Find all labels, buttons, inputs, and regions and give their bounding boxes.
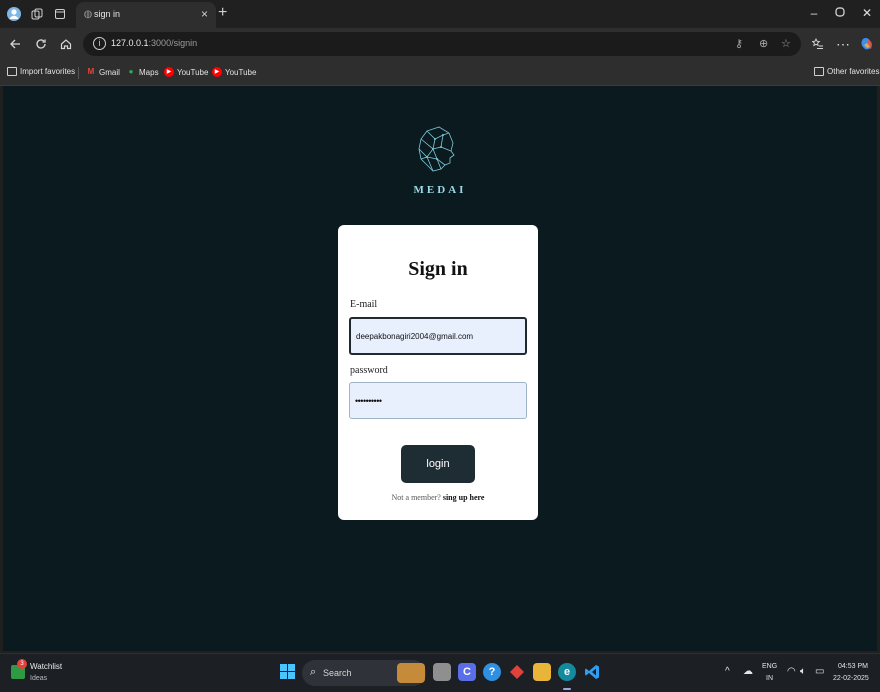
url-text[interactable]: 127.0.0.1:3000/signin [111, 38, 197, 48]
widget-title[interactable]: Watchlist [30, 662, 62, 671]
search-highlight-image [397, 663, 425, 683]
url-host: 127.0.0.1 [111, 38, 149, 48]
vscode-icon[interactable] [583, 663, 601, 681]
email-label: E-mail [350, 299, 378, 310]
signup-link[interactable]: sing up here [443, 493, 485, 502]
close-window-button[interactable]: ✕ [859, 6, 875, 20]
file-explorer-icon[interactable] [533, 663, 551, 681]
address-bar[interactable]: i 127.0.0.1:3000/signin ⚷ ⊕ ☆ [83, 32, 801, 56]
favorite-youtube[interactable]: ▶ YouTube [212, 67, 256, 77]
medai-logo-icon [418, 126, 455, 172]
search-placeholder: Search [323, 668, 352, 678]
page-title: Sign in [408, 258, 468, 280]
widget-subtitle: Ideas [30, 675, 48, 682]
profile-avatar-icon[interactable] [6, 6, 22, 22]
login-button[interactable]: login [401, 445, 475, 483]
start-windows-icon[interactable] [280, 664, 295, 679]
help-icon[interactable]: ? [483, 663, 501, 681]
favorite-gmail[interactable]: M Gmail [86, 67, 120, 77]
tab-title: sign in [94, 9, 121, 19]
edge-browser-icon[interactable]: e [558, 663, 576, 681]
navigation-bar: i 127.0.0.1:3000/signin ⚷ ⊕ ☆ ⋯ [0, 28, 880, 60]
copilot-icon[interactable] [858, 35, 876, 53]
search-icon: ⌕ [310, 666, 317, 678]
password-key-icon[interactable]: ⚷ [735, 37, 743, 50]
folder-icon [814, 67, 824, 76]
workspaces-icon[interactable] [29, 6, 45, 22]
signup-prompt: Not a member? sing up here [338, 493, 538, 502]
chevron-up-icon[interactable]: ^ [725, 666, 730, 677]
favorite-import[interactable]: Import favorites [7, 67, 75, 76]
favorite-maps[interactable]: ● Maps [126, 67, 159, 77]
youtube-icon: ▶ [212, 67, 222, 77]
volume-icon[interactable]: 🔈︎ [800, 666, 806, 677]
tab-actions-icon[interactable] [52, 6, 68, 22]
onedrive-cloud-icon[interactable]: ☁ [743, 666, 753, 677]
password-label: password [350, 365, 388, 376]
minimize-button[interactable]: – [806, 6, 822, 20]
password-value: •••••••••• [355, 395, 382, 406]
folder-import-icon [7, 67, 17, 76]
zoom-icon[interactable]: ⊕ [759, 37, 768, 50]
gmail-icon: M [87, 67, 95, 76]
page-viewport: MEDAI Sign in E-mail deepakbonagiri2004@… [3, 86, 877, 651]
other-favorites[interactable]: Other favorites [814, 67, 879, 76]
favorite-youtube[interactable]: ▶ YouTube [164, 67, 208, 77]
refresh-icon[interactable] [32, 35, 50, 53]
clock-time[interactable]: 04:53 PM [838, 663, 868, 670]
favorites-list-icon[interactable] [809, 35, 827, 53]
site-info-icon[interactable]: i [93, 37, 106, 50]
favorite-star-icon[interactable]: ☆ [781, 37, 791, 50]
language-top[interactable]: ENG [762, 663, 777, 670]
favorite-label: Gmail [99, 67, 120, 77]
home-icon[interactable] [57, 35, 75, 53]
favorite-label: Import favorites [20, 67, 76, 76]
brand-name: MEDAI [413, 184, 467, 196]
email-value: deepakbonagiri2004@gmail.com [356, 331, 474, 341]
page-favicon-icon: ◍ [83, 9, 93, 20]
active-indicator [563, 688, 571, 690]
favorite-label: YouTube [225, 67, 257, 77]
taskbar-search[interactable]: ⌕ Search [302, 660, 426, 686]
copilot-app-icon[interactable]: C [458, 663, 476, 681]
browser-title-bar: ◍ sign in × + – ✕ [0, 0, 880, 28]
divider [78, 67, 79, 79]
clock-date: 22-02-2025 [833, 675, 869, 682]
taskbar: 3 Watchlist Ideas ⌕ Search C ? e ^ ☁ ENG… [0, 653, 880, 692]
other-favorites-label: Other favorites [827, 67, 880, 76]
password-field[interactable]: •••••••••• [349, 382, 527, 419]
favorite-label: Maps [139, 67, 159, 77]
tab-signin[interactable]: ◍ sign in × [76, 2, 216, 28]
signin-card: Sign in E-mail deepakbonagiri2004@gmail.… [338, 225, 538, 520]
favorites-bar: Import favorites M Gmail ● Maps ▶ YouTub… [0, 60, 880, 86]
maximize-button[interactable] [832, 6, 848, 20]
wifi-icon[interactable]: ◠ [787, 666, 796, 677]
youtube-icon: ▶ [164, 67, 174, 77]
url-path: :3000/signin [148, 38, 198, 48]
maps-icon: ● [128, 67, 134, 76]
battery-icon[interactable]: ▭ [815, 666, 824, 677]
more-menu-icon[interactable]: ⋯ [834, 35, 852, 53]
member-text: Not a member? [391, 493, 441, 502]
email-field[interactable]: deepakbonagiri2004@gmail.com [349, 317, 527, 355]
notification-badge: 3 [17, 659, 27, 669]
back-arrow-icon[interactable] [6, 35, 24, 53]
favorite-label: YouTube [177, 67, 209, 77]
language-bottom: IN [766, 675, 773, 682]
close-tab-icon[interactable]: × [201, 7, 208, 21]
new-tab-button[interactable]: + [218, 4, 227, 22]
app-icon[interactable] [508, 663, 526, 681]
task-view-icon[interactable] [433, 663, 451, 681]
